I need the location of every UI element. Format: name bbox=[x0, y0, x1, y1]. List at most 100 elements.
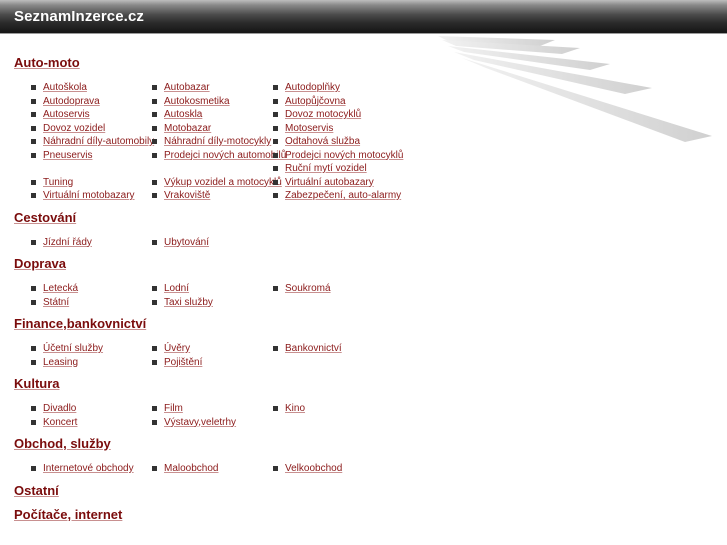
subcategory-link[interactable]: Autopůjčovna bbox=[285, 96, 346, 107]
subcategory-item: Virtuální autobazary bbox=[272, 176, 412, 190]
category-section: Doprava Letecká Lodní Soukromá Státní Taxi sl… bbox=[14, 255, 434, 309]
subcategory-link[interactable]: Autoservis bbox=[43, 109, 90, 120]
subcategory-link[interactable]: Tuning bbox=[43, 177, 73, 188]
subcategory-item: Letecká bbox=[30, 282, 151, 296]
category-heading-link[interactable]: Doprava bbox=[14, 255, 434, 273]
subcategory-link[interactable]: Odtahová služba bbox=[285, 136, 360, 147]
subcategory-link[interactable]: Ubytování bbox=[164, 237, 209, 248]
subcategory-link[interactable]: Motobazar bbox=[164, 123, 211, 134]
subcategory-list: Autoškola Autobazar Autodoplňky Autodoprava… bbox=[14, 81, 434, 203]
subcategory-item: Bankovnictví bbox=[272, 342, 412, 356]
subcategory-item: Motoservis bbox=[272, 122, 412, 136]
subcategory-item: Náhradní díly-automobily bbox=[30, 135, 154, 149]
subcategory-item: Velkoobchod bbox=[272, 462, 412, 476]
subcategory-item: Koncert bbox=[30, 416, 151, 430]
subcategory-link[interactable]: Maloobchod bbox=[164, 463, 218, 474]
subcategory-link[interactable]: Pneuservis bbox=[43, 150, 92, 161]
subcategory-link[interactable]: Ruční mytí vozidel bbox=[285, 163, 367, 174]
category-heading-link[interactable]: Finance,bankovnictví bbox=[14, 315, 434, 333]
subcategory-link[interactable]: Lodní bbox=[164, 283, 189, 294]
subcategory-link[interactable]: Kino bbox=[285, 403, 305, 414]
subcategory-link[interactable]: Velkoobchod bbox=[285, 463, 342, 474]
subcategory-link[interactable]: Divadlo bbox=[43, 403, 76, 414]
subcategory-link[interactable]: Prodejci nových automobilů bbox=[164, 150, 286, 161]
subcategory-link[interactable]: Film bbox=[164, 403, 183, 414]
subcategory-item: Maloobchod bbox=[151, 462, 272, 476]
category-section: Finance,bankovnictví Účetní služby Úvěry Ba… bbox=[14, 315, 434, 369]
subcategory-link[interactable]: Úvěry bbox=[164, 343, 190, 354]
subcategory-link[interactable]: Virtuální autobazary bbox=[285, 177, 374, 188]
subcategory-item: Výkup vozidel a motocyklů bbox=[151, 176, 282, 190]
subcategory-item: Leasing bbox=[30, 356, 151, 370]
category-heading-link[interactable]: Ostatní bbox=[14, 482, 434, 500]
subcategory-link[interactable]: Motoservis bbox=[285, 123, 333, 134]
subcategory-list: Divadlo Film Kino Koncert Výstavy,veletrhy bbox=[14, 402, 434, 429]
site-title[interactable]: SeznamInzerce.cz bbox=[14, 8, 144, 25]
subcategory-link[interactable]: Soukromá bbox=[285, 283, 331, 294]
subcategory-item: Jízdní řády bbox=[30, 236, 151, 250]
subcategory-item: Divadlo bbox=[30, 402, 151, 416]
subcategory-link[interactable]: Výstavy,veletrhy bbox=[164, 417, 236, 428]
subcategory-item: Taxi služby bbox=[151, 296, 272, 310]
subcategory-link[interactable]: Autobazar bbox=[164, 82, 210, 93]
subcategory-link[interactable]: Dovoz vozidel bbox=[43, 123, 105, 134]
subcategory-item: Motobazar bbox=[151, 122, 272, 136]
subcategory-link[interactable]: Účetní služby bbox=[43, 343, 103, 354]
category-section: Cestování Jízdní řády Ubytování bbox=[14, 209, 434, 250]
subcategory-link[interactable]: Náhradní díly-automobily bbox=[43, 136, 154, 147]
subcategory-link[interactable]: Autodoprava bbox=[43, 96, 100, 107]
subcategory-item: Autodoplňky bbox=[272, 81, 412, 95]
subcategory-item: Pojištění bbox=[151, 356, 272, 370]
decorative-streaks-graphic bbox=[438, 36, 712, 142]
subcategory-item: Autoservis bbox=[30, 108, 151, 122]
category-heading-link[interactable]: Obchod, služby bbox=[14, 435, 434, 453]
subcategory-item: Autobazar bbox=[151, 81, 272, 95]
subcategory-item: Prodejci nových motocyklů bbox=[272, 149, 412, 163]
subcategory-link[interactable]: Virtuální motobazary bbox=[43, 190, 135, 201]
subcategory-link[interactable]: Jízdní řády bbox=[43, 237, 92, 248]
subcategory-link[interactable]: Výkup vozidel a motocyklů bbox=[164, 177, 282, 188]
subcategory-item: Účetní služby bbox=[30, 342, 151, 356]
category-section: Počítače, internet bbox=[14, 506, 434, 524]
subcategory-item: Internetové obchody bbox=[30, 462, 151, 476]
subcategory-link[interactable]: Pojištění bbox=[164, 357, 202, 368]
subcategory-item: Zabezpečení, auto-alarmy bbox=[272, 189, 412, 203]
subcategory-item: Náhradní díly-motocykly bbox=[151, 135, 272, 149]
subcategory-link[interactable]: Státní bbox=[43, 297, 69, 308]
subcategory-link[interactable]: Koncert bbox=[43, 417, 77, 428]
subcategory-link[interactable]: Prodejci nových motocyklů bbox=[285, 150, 403, 161]
subcategory-link[interactable]: Autokosmetika bbox=[164, 96, 230, 107]
subcategory-item: Autoškola bbox=[30, 81, 151, 95]
subcategory-link[interactable]: Letecká bbox=[43, 283, 78, 294]
subcategory-item: Státní bbox=[30, 296, 151, 310]
subcategory-link[interactable]: Leasing bbox=[43, 357, 78, 368]
category-heading-link[interactable]: Kultura bbox=[14, 375, 434, 393]
subcategory-item: Soukromá bbox=[272, 282, 412, 296]
subcategory-link[interactable]: Autoškola bbox=[43, 82, 87, 93]
subcategory-link[interactable]: Vrakoviště bbox=[164, 190, 210, 201]
subcategory-link[interactable]: Taxi služby bbox=[164, 297, 213, 308]
subcategory-link[interactable]: Bankovnictví bbox=[285, 343, 342, 354]
subcategory-item: Kino bbox=[272, 402, 412, 416]
subcategory-item: Film bbox=[151, 402, 272, 416]
category-heading-link[interactable]: Auto-moto bbox=[14, 54, 434, 72]
subcategory-link[interactable]: Náhradní díly-motocykly bbox=[164, 136, 271, 147]
subcategory-link[interactable]: Autoskla bbox=[164, 109, 202, 120]
category-section: Obchod, služby Internetové obchody Maloobc… bbox=[14, 435, 434, 476]
site-header: SeznamInzerce.cz bbox=[0, 0, 727, 34]
subcategory-item: Virtuální motobazary bbox=[30, 189, 151, 203]
category-section: Auto-moto Autoškola Autobazar Autodoplňky Au… bbox=[14, 54, 434, 203]
subcategory-link[interactable]: Internetové obchody bbox=[43, 463, 134, 474]
category-heading-link[interactable]: Cestování bbox=[14, 209, 434, 227]
subcategory-link[interactable]: Zabezpečení, auto-alarmy bbox=[285, 190, 401, 201]
subcategory-item: Ubytování bbox=[151, 236, 272, 250]
category-heading-link[interactable]: Počítače, internet bbox=[14, 506, 434, 524]
subcategory-item: Tuning bbox=[30, 176, 151, 190]
subcategory-item: Prodejci nových automobilů bbox=[151, 149, 286, 163]
category-section: Kultura Divadlo Film Kino Koncert Výstavy,vel… bbox=[14, 375, 434, 429]
subcategory-list: Účetní služby Úvěry Bankovnictví Leasing Poj… bbox=[14, 342, 434, 369]
subcategory-link[interactable]: Autodoplňky bbox=[285, 82, 340, 93]
subcategory-item: Ruční mytí vozidel bbox=[272, 162, 412, 176]
subcategory-link[interactable]: Dovoz motocyklů bbox=[285, 109, 361, 120]
subcategory-item: Autokosmetika bbox=[151, 95, 272, 109]
